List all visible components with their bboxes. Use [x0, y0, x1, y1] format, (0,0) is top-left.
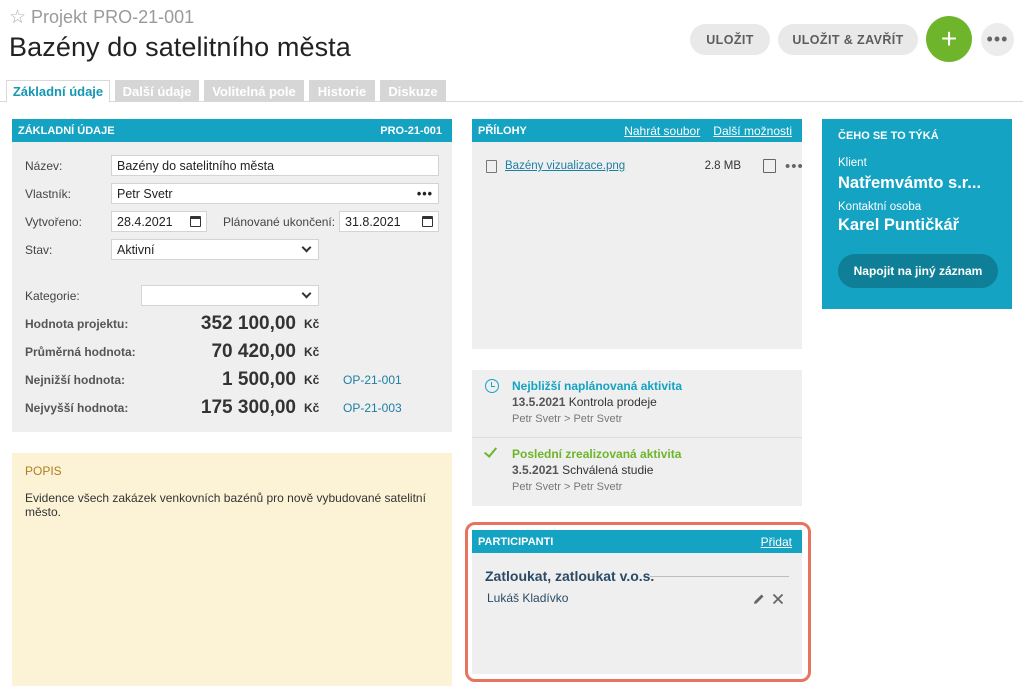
attachment-row: Bazény vizualizace.png 2.8 MB ••• — [486, 156, 804, 176]
project-label: Projekt — [31, 7, 88, 27]
category-label: Kategorie: — [25, 289, 80, 303]
tab-more-info[interactable]: Další údaje — [115, 80, 199, 102]
attachments-header: PŘÍLOHY Nahrát soubor Další možnosti — [472, 119, 802, 142]
related-title: ČEHO SE TO TÝKÁ — [838, 130, 939, 142]
attachment-name[interactable]: Bazény vizualizace.png — [505, 160, 689, 172]
created-date-field[interactable]: 28.4.2021 — [111, 211, 207, 232]
basic-info-panel: ZÁKLADNÍ ÚDAJE PRO-21-001 Název: Bazény … — [12, 119, 452, 432]
chevron-down-icon — [301, 288, 312, 299]
avg-value-label: Průměrná hodnota: — [25, 345, 136, 359]
page-title: Bazény do satelitního města — [9, 32, 351, 62]
contact-value[interactable]: Karel Puntičkář — [838, 216, 959, 235]
basic-info-code: PRO-21-001 — [380, 124, 442, 137]
description-panel: POPIS Evidence všech zakázek venkovních … — [12, 453, 452, 686]
description-text[interactable]: Evidence všech zakázek venkovních bazénů… — [25, 491, 435, 519]
last-activity-who: Petr Svetr > Petr Svetr — [512, 481, 623, 493]
state-label: Stav: — [25, 243, 53, 257]
next-activity-title: Nejbližší naplánovaná aktivita — [512, 379, 683, 393]
project-value: 352 100,00 — [200, 313, 296, 334]
ellipsis-icon: ••• — [986, 29, 1009, 49]
next-activity-subject[interactable]: Kontrola prodeje — [569, 395, 657, 409]
next-activity-date: 13.5.2021 — [512, 395, 566, 409]
project-code: PRO-21-001 — [93, 7, 195, 27]
name-field[interactable]: Bazény do satelitního města — [111, 155, 439, 176]
preview-icon[interactable] — [763, 159, 776, 173]
created-value: 28.4.2021 — [117, 214, 173, 229]
basic-info-title: ZÁKLADNÍ ÚDAJE — [18, 124, 115, 137]
star-icon[interactable]: ☆ — [9, 8, 26, 27]
planned-end-date-field[interactable]: 31.8.2021 — [339, 211, 439, 232]
attachments-title: PŘÍLOHY — [478, 124, 527, 137]
name-label: Název: — [25, 159, 63, 173]
state-value: Aktivní — [117, 242, 155, 257]
category-select[interactable] — [141, 285, 319, 306]
save-and-close-button[interactable]: ULOŽIT & ZAVŘÍT — [778, 24, 918, 55]
owner-more-icon[interactable]: ••• — [417, 187, 433, 201]
link-record-button[interactable]: Napojit na jiný záznam — [838, 254, 998, 288]
max-value: 175 300,00 — [200, 397, 296, 418]
description-title: POPIS — [25, 464, 62, 478]
client-value[interactable]: Natřemvámto s.r... — [838, 174, 981, 193]
owner-value: Petr Svetr — [117, 186, 173, 201]
next-activity[interactable]: Nejbližší naplánovaná aktivita 13.5.2021… — [472, 370, 802, 438]
next-activity-who: Petr Svetr > Petr Svetr — [512, 413, 623, 425]
currency-label: Kč — [304, 373, 320, 387]
currency-label: Kč — [304, 317, 320, 331]
tab-history[interactable]: Historie — [309, 80, 375, 102]
last-activity-subject[interactable]: Schválená studie — [562, 463, 653, 477]
related-record-card: ČEHO SE TO TÝKÁ Klient Natřemvámto s.r..… — [822, 119, 1012, 309]
tab-bar: Základní údaje Další údaje Volitelná pol… — [0, 80, 1023, 103]
last-activity-date: 3.5.2021 — [512, 463, 559, 477]
currency-label: Kč — [304, 345, 320, 359]
planned-end-label: Plánované ukončení: — [223, 215, 336, 229]
more-options-link[interactable]: Další možnosti — [713, 124, 792, 138]
owner-field[interactable]: Petr Svetr ••• — [111, 183, 439, 204]
project-value-label: Hodnota projektu: — [25, 317, 129, 331]
created-label: Vytvořeno: — [25, 215, 82, 229]
min-value-label: Nejnižší hodnota: — [25, 373, 125, 387]
min-value: 1 500,00 — [222, 369, 296, 390]
clock-icon — [485, 379, 499, 393]
project-breadcrumb: ☆ Projekt PRO-21-001 — [9, 7, 194, 28]
currency-label: Kč — [304, 401, 320, 415]
last-activity[interactable]: Poslední zrealizovaná aktivita 3.5.2021 … — [472, 438, 802, 506]
attachment-size: 2.8 MB — [704, 160, 741, 172]
tab-basic-info[interactable]: Základní údaje — [6, 80, 110, 103]
next-activity-line: 13.5.2021 Kontrola prodeje — [512, 395, 657, 409]
more-button[interactable]: ••• — [981, 23, 1014, 56]
tab-custom-fields[interactable]: Volitelná pole — [204, 80, 304, 102]
plus-icon: + — [940, 23, 958, 54]
attachment-more-icon[interactable]: ••• — [785, 158, 804, 175]
client-label: Klient — [838, 157, 867, 169]
avg-value: 70 420,00 — [211, 341, 296, 362]
last-activity-title: Poslední zrealizovaná aktivita — [512, 447, 682, 461]
add-button[interactable]: + — [926, 16, 972, 62]
tab-discussion[interactable]: Diskuze — [380, 80, 446, 102]
owner-label: Vlastník: — [25, 187, 72, 201]
check-icon — [483, 444, 498, 458]
upload-file-link[interactable]: Nahrát soubor — [624, 124, 700, 138]
calendar-icon[interactable] — [422, 216, 433, 227]
chevron-down-icon — [301, 242, 312, 253]
calendar-icon[interactable] — [190, 216, 201, 227]
basic-info-header: ZÁKLADNÍ ÚDAJE PRO-21-001 — [12, 119, 452, 142]
planned-end-value: 31.8.2021 — [345, 214, 401, 229]
save-button[interactable]: ULOŽIT — [690, 24, 770, 55]
name-value: Bazény do satelitního města — [117, 158, 275, 173]
min-value-link[interactable]: OP-21-001 — [343, 373, 402, 387]
file-icon — [486, 159, 497, 173]
contact-label: Kontaktní osoba — [838, 201, 922, 213]
max-value-label: Nejvyšší hodnota: — [25, 401, 129, 415]
highlight-frame — [465, 522, 811, 682]
last-activity-line: 3.5.2021 Schválená studie — [512, 463, 653, 477]
state-select[interactable]: Aktivní — [111, 239, 319, 260]
max-value-link[interactable]: OP-21-003 — [343, 401, 402, 415]
attachments-panel: PŘÍLOHY Nahrát soubor Další možnosti Baz… — [472, 119, 804, 349]
